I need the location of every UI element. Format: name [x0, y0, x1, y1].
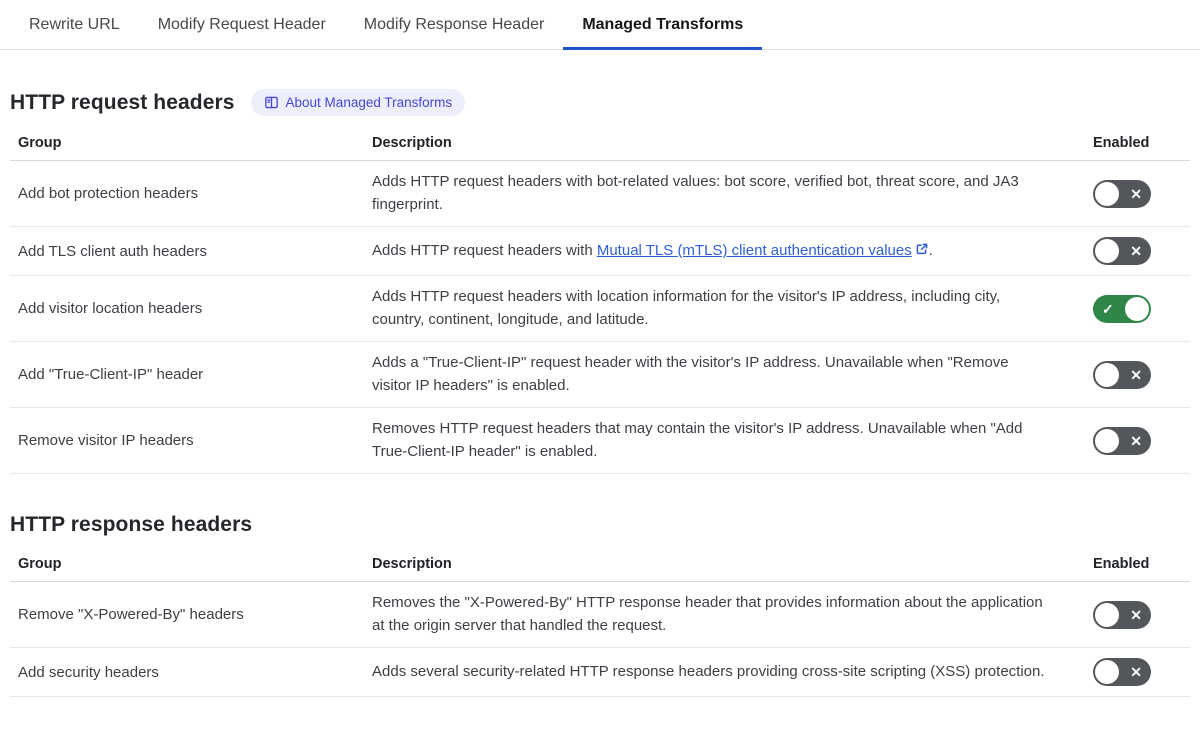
- group-cell: Add "True-Client-IP" header: [10, 341, 364, 408]
- section-header: HTTP request headers About Managed Trans…: [10, 89, 1190, 116]
- enabled-cell: ✓✕: [1085, 581, 1190, 648]
- table-row: Add TLS client auth headers Adds HTTP req…: [10, 226, 1190, 276]
- x-icon: ✕: [1130, 432, 1142, 449]
- x-icon: ✕: [1130, 185, 1142, 202]
- section-header: HTTP response headers: [10, 513, 1190, 537]
- group-cell: Remove "X-Powered-By" headers: [10, 581, 364, 648]
- x-icon: ✕: [1130, 243, 1142, 259]
- badge-label: About Managed Transforms: [285, 95, 453, 110]
- column-header-group: Group: [10, 549, 364, 582]
- table-header-row: Group Description Enabled: [10, 549, 1190, 582]
- enabled-toggle[interactable]: ✓✕: [1093, 600, 1151, 629]
- toggle-knob: [1095, 362, 1119, 387]
- enabled-toggle[interactable]: ✓✕: [1093, 426, 1151, 455]
- x-icon: ✕: [1130, 366, 1142, 383]
- description-cell: Adds HTTP request headers with bot-relat…: [364, 160, 1085, 227]
- x-icon: ✕: [1130, 664, 1142, 680]
- enabled-cell: ✓✕: [1085, 160, 1190, 227]
- column-header-description: Description: [364, 128, 1085, 161]
- external-link-icon: [916, 243, 928, 254]
- toggle-knob: [1125, 296, 1149, 321]
- table-header-row: Group Description Enabled: [10, 128, 1190, 161]
- toggle-knob: [1095, 602, 1119, 627]
- description-cell: Removes the "X-Powered-By" HTTP response…: [364, 581, 1085, 648]
- group-cell: Add TLS client auth headers: [10, 226, 364, 276]
- enabled-toggle[interactable]: ✓✕: [1093, 179, 1151, 208]
- enabled-toggle[interactable]: ✓✕: [1093, 294, 1151, 323]
- enabled-cell: ✓✕: [1085, 275, 1190, 342]
- enabled-toggle[interactable]: ✓✕: [1093, 658, 1151, 686]
- column-header-group: Group: [10, 128, 364, 161]
- toggle-knob: [1095, 181, 1119, 206]
- tab-modify-request-header[interactable]: Modify Request Header: [139, 0, 345, 49]
- table-row: Add "True-Client-IP" header Adds a "True-…: [10, 341, 1190, 408]
- http-request-headers-section: HTTP request headers About Managed Trans…: [10, 89, 1190, 474]
- column-header-description: Description: [364, 549, 1085, 582]
- x-icon: ✕: [1130, 606, 1142, 623]
- description-cell: Adds several security-related HTTP respo…: [364, 647, 1085, 697]
- toggle-knob: [1095, 428, 1119, 453]
- http-response-headers-section: HTTP response headers Group Description …: [10, 513, 1190, 697]
- enabled-toggle[interactable]: ✓✕: [1093, 237, 1151, 265]
- group-cell: Add visitor location headers: [10, 275, 364, 342]
- request-headers-table: Group Description Enabled Add bot protec…: [10, 128, 1190, 474]
- column-header-enabled: Enabled: [1085, 549, 1190, 582]
- table-row: Add visitor location headers Adds HTTP re…: [10, 275, 1190, 342]
- table-row: Add security headers Adds several securit…: [10, 647, 1190, 697]
- section-title: HTTP request headers: [10, 90, 235, 114]
- enabled-cell: ✓✕: [1085, 341, 1190, 408]
- description-cell: Adds HTTP request headers with Mutual TL…: [364, 226, 1085, 276]
- description-cell: Adds HTTP request headers with location …: [364, 275, 1085, 342]
- group-cell: Add bot protection headers: [10, 160, 364, 227]
- group-cell: Remove visitor IP headers: [10, 407, 364, 474]
- table-row: Add bot protection headers Adds HTTP requ…: [10, 160, 1190, 227]
- table-row: Remove visitor IP headers Removes HTTP re…: [10, 407, 1190, 474]
- enabled-cell: ✓✕: [1085, 407, 1190, 474]
- description-link[interactable]: Mutual TLS (mTLS) client authentication …: [597, 242, 912, 259]
- check-icon: ✓: [1102, 300, 1114, 317]
- toggle-knob: [1095, 660, 1119, 684]
- column-header-enabled: Enabled: [1085, 128, 1190, 161]
- table-row: Remove "X-Powered-By" headers Removes the…: [10, 581, 1190, 648]
- enabled-cell: ✓✕: [1085, 647, 1190, 697]
- tab-modify-response-header[interactable]: Modify Response Header: [345, 0, 564, 49]
- group-cell: Add security headers: [10, 647, 364, 697]
- book-icon: [264, 96, 278, 109]
- tab-bar: Rewrite URL Modify Request Header Modify R…: [0, 0, 1200, 50]
- enabled-cell: ✓✕: [1085, 226, 1190, 276]
- description-cell: Adds a "True-Client-IP" request header w…: [364, 341, 1085, 408]
- enabled-toggle[interactable]: ✓✕: [1093, 360, 1151, 389]
- toggle-knob: [1095, 239, 1119, 263]
- tab-managed-transforms[interactable]: Managed Transforms: [563, 0, 763, 50]
- response-headers-table: Group Description Enabled Remove "X-Powe…: [10, 549, 1190, 697]
- description-cell: Removes HTTP request headers that may co…: [364, 407, 1085, 474]
- about-managed-transforms-badge[interactable]: About Managed Transforms: [250, 89, 466, 116]
- section-title: HTTP response headers: [10, 513, 253, 536]
- tab-rewrite-url[interactable]: Rewrite URL: [10, 0, 139, 49]
